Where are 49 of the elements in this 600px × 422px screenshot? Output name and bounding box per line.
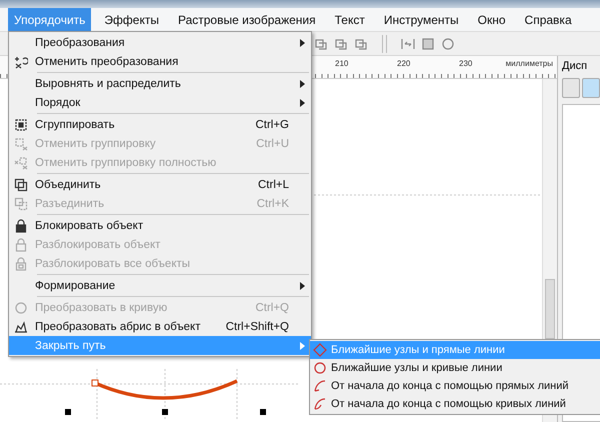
ruler-unit: миллиметры: [506, 59, 553, 68]
menu-bar-item[interactable]: Инструменты: [378, 8, 465, 31]
menu-bar-item[interactable]: Растровые изображения: [172, 8, 322, 31]
menu-item[interactable]: Порядок: [9, 93, 311, 112]
menu-item[interactable]: Блокировать объект: [9, 216, 311, 235]
arrange-icon: [314, 36, 328, 50]
menu-item[interactable]: От начала до конца с помощью прямых линий: [310, 377, 600, 395]
ungroup-icon: [14, 136, 28, 150]
ruler-label: 220: [397, 59, 410, 68]
line-path-icon: [313, 379, 327, 393]
menu-item[interactable]: Отменить преобразования: [9, 52, 311, 71]
menu-item[interactable]: Сгруппировать Ctrl+G: [9, 115, 311, 134]
shape-icon: [421, 36, 435, 50]
group-icon: [14, 118, 28, 132]
break-apart-icon: [14, 196, 28, 210]
submenu-arrow-icon: [300, 342, 305, 350]
lock-icon: [14, 218, 28, 232]
ruler-label: 230: [459, 59, 472, 68]
menu-item[interactable]: Формирование: [9, 276, 311, 295]
menu-item[interactable]: Преобразования: [9, 33, 311, 52]
ruler-label: 210: [335, 59, 348, 68]
docker-button[interactable]: [562, 78, 580, 98]
arrange-icon: [354, 36, 368, 50]
lock-icon: [14, 256, 28, 270]
ungroup-all-icon: [14, 156, 28, 170]
menu-item[interactable]: Преобразовать абрис в объект Ctrl+Shift+Q: [9, 317, 311, 336]
combine-icon: [14, 178, 28, 192]
distribute-icon: [401, 36, 415, 50]
menu-item[interactable]: Ближайшие узлы и кривые линии: [310, 359, 600, 377]
docker-button[interactable]: [582, 78, 600, 98]
menu-bar-item[interactable]: Справка: [518, 8, 578, 31]
submenu-arrow-icon: [300, 80, 305, 88]
menu-bar-item[interactable]: Окно: [472, 8, 512, 31]
submenu-arrow-icon: [300, 98, 305, 106]
close-path-icon: [313, 343, 327, 357]
menu-item[interactable]: От начала до конца с помощью кривых линий: [310, 395, 600, 413]
menu-item[interactable]: Объединить Ctrl+L: [9, 175, 311, 194]
lock-icon: [14, 238, 28, 252]
menu-item[interactable]: Выровнять и распределить: [9, 74, 311, 93]
submenu-arrow-icon: [300, 282, 305, 290]
circle-icon: [441, 36, 455, 50]
menu-bar-item[interactable]: Эффекты: [98, 8, 165, 31]
curve-path-icon: [313, 397, 327, 411]
menu-bar-item[interactable]: Текст: [328, 8, 371, 31]
close-path-icon: [313, 361, 327, 375]
docker-title: Дисп: [562, 60, 588, 72]
submenu-arrow-icon: [300, 38, 305, 46]
arrange-icon: [334, 36, 348, 50]
scrollbar-thumb[interactable]: [545, 279, 555, 339]
